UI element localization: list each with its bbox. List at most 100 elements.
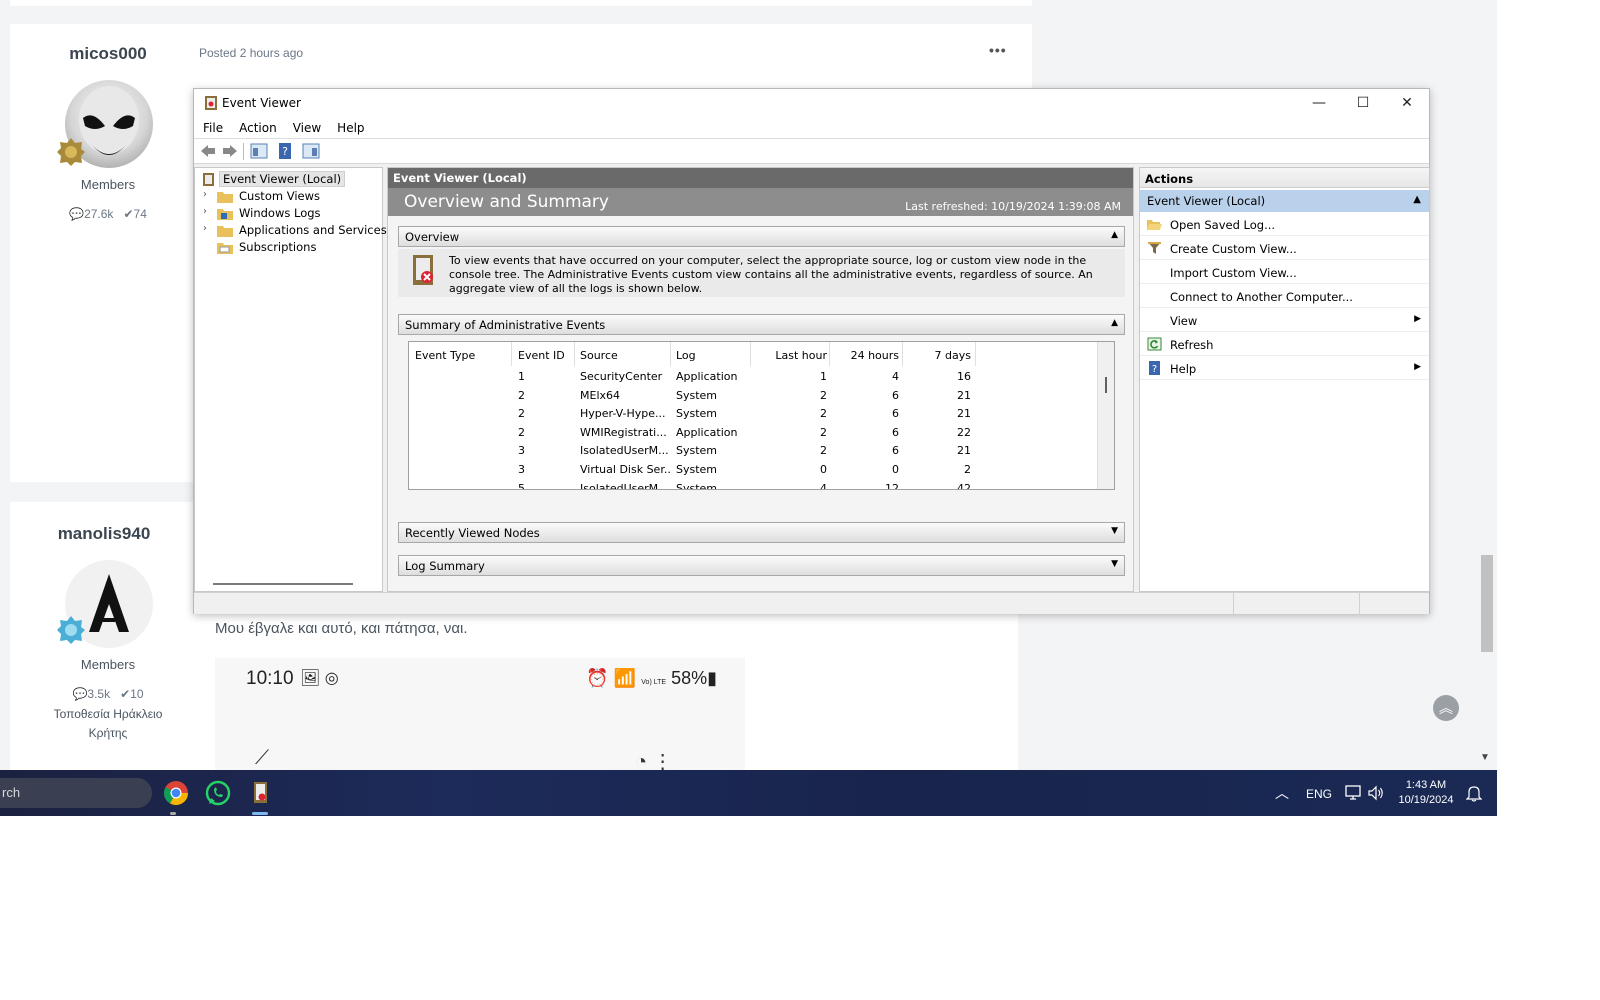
action-connect-to-another-computer[interactable]: Connect to Another Computer...: [1140, 285, 1429, 308]
action-view[interactable]: View ▶: [1140, 309, 1429, 332]
action-create-custom-view[interactable]: Create Custom View...: [1140, 237, 1429, 260]
overview-description: To view events that have occurred on you…: [398, 249, 1125, 297]
table-cell: 22: [957, 425, 971, 439]
battery-icon: ▮: [707, 668, 717, 688]
tree-item-label: Applications and Services Lo: [239, 223, 404, 237]
close-button[interactable]: ✕: [1385, 89, 1429, 117]
col-log[interactable]: Log: [676, 349, 746, 362]
log-summary-section-header[interactable]: Log Summary ▼: [398, 555, 1125, 576]
table-row[interactable]: 1 SecurityCenter Application 1 4 16: [409, 368, 1009, 386]
previous-post-card: [10, 0, 1032, 6]
whatsapp-icon[interactable]: [204, 779, 232, 807]
expand-icon[interactable]: ▼: [1111, 526, 1118, 536]
last-refreshed: Last refreshed: 10/19/2024 1:39:08 AM: [905, 200, 1121, 213]
window-titlebar[interactable]: Event Viewer — ☐ ✕: [194, 89, 1429, 117]
back-arrow-icon[interactable]: [199, 143, 217, 159]
author-stats: 💬27.6k ✔74: [10, 207, 206, 221]
help-icon[interactable]: ?: [276, 143, 294, 159]
recent-nodes-section-header[interactable]: Recently Viewed Nodes ▼: [398, 522, 1125, 543]
chevron-right-icon[interactable]: ›: [203, 189, 213, 200]
maximize-button[interactable]: ☐: [1341, 89, 1385, 117]
menu-view[interactable]: View: [284, 117, 328, 135]
volume-icon[interactable]: [1367, 784, 1385, 802]
minimize-button[interactable]: —: [1297, 89, 1341, 117]
overview-text: To view events that have occurred on you…: [449, 254, 1093, 295]
event-viewer-app-icon: [205, 96, 217, 110]
filter-icon: [1148, 242, 1161, 254]
show-hidden-icons-chevron-icon[interactable]: ︿: [1275, 783, 1289, 803]
tree-horizontal-scrollbar[interactable]: [213, 583, 353, 585]
post-timestamp[interactable]: Posted 2 hours ago: [199, 46, 303, 60]
window-title: Event Viewer: [222, 96, 301, 110]
network-icon[interactable]: [1345, 784, 1363, 802]
table-cell: 2: [518, 407, 525, 421]
menu-bar: File Action View Help: [194, 117, 1429, 139]
table-cell: System: [676, 444, 718, 458]
submenu-arrow-icon: ▶: [1414, 362, 1421, 372]
folder-icon: [217, 192, 233, 203]
collapse-icon[interactable]: ▲: [1111, 230, 1118, 240]
table-row[interactable]: 3 Virtual Disk Ser... System 0 0 2: [409, 461, 1009, 479]
column-separator: [829, 342, 830, 366]
center-pane: Event Viewer (Local) Overview and Summar…: [387, 167, 1134, 592]
taskbar-search-box[interactable]: rch: [0, 778, 152, 808]
table-row[interactable]: 3 IsolatedUserM... System 2 6 21: [409, 442, 1009, 460]
post-content-text: Μου έβγαλε και αυτό, και πάτησα, ναι.: [215, 620, 468, 637]
table-row[interactable]: 2 Hyper-V-Hype... System 2 6 21: [409, 405, 1009, 423]
post-count: 27.6k: [84, 207, 114, 221]
show-hide-action-pane-icon[interactable]: [302, 143, 320, 159]
table-cell: 21: [957, 407, 971, 421]
action-refresh[interactable]: Refresh: [1140, 333, 1429, 356]
action-help[interactable]: ? Help ▶: [1140, 357, 1429, 380]
col-event-type[interactable]: Event Type: [415, 349, 505, 362]
table-row[interactable]: 2 WMIRegistrati... Application 2 6 22: [409, 424, 1009, 442]
action-import-custom-view[interactable]: Import Custom View...: [1140, 261, 1429, 284]
expand-icon[interactable]: ▼: [1111, 559, 1118, 569]
page-scrollbar-thumb[interactable]: [1481, 555, 1493, 652]
notification-bell-icon[interactable]: [1466, 784, 1482, 802]
author-name[interactable]: manolis940: [6, 524, 202, 544]
menu-action[interactable]: Action: [230, 117, 284, 135]
phone-screenshot-image[interactable]: 10:10 🖼 ◎ ⏰ 📶 Vo) LTE 58%▮ ⟋ ◔ ⋮: [215, 658, 745, 770]
col-event-id[interactable]: Event ID: [518, 349, 578, 362]
col-source[interactable]: Source: [580, 349, 670, 362]
chevron-right-icon[interactable]: ›: [203, 223, 213, 234]
folder-icon: [217, 209, 233, 220]
author-name[interactable]: micos000: [10, 44, 206, 64]
scrollbar-thumb[interactable]: [1105, 377, 1107, 393]
collapse-icon[interactable]: ▲: [1413, 194, 1421, 205]
subscriptions-icon: [217, 243, 233, 254]
overview-section-header[interactable]: Overview ▲: [398, 226, 1125, 247]
page-scrollbar[interactable]: [1477, 0, 1497, 770]
chevron-right-icon[interactable]: ›: [203, 206, 213, 217]
table-row[interactable]: 2 MElx64 System 2 6 21: [409, 387, 1009, 405]
menu-help[interactable]: Help: [328, 117, 371, 135]
collapse-icon[interactable]: ▲: [1111, 318, 1118, 328]
post-menu-button[interactable]: •••: [989, 42, 1007, 58]
table-cell: 5: [518, 481, 525, 490]
action-label: Import Custom View...: [1170, 266, 1297, 280]
actions-section-title: Event Viewer (Local): [1147, 194, 1266, 208]
scroll-down-icon[interactable]: ▼: [1480, 752, 1490, 763]
event-viewer-taskbar-icon[interactable]: [246, 779, 274, 807]
menu-file[interactable]: File: [194, 117, 230, 135]
forward-arrow-icon[interactable]: [221, 143, 239, 159]
chrome-icon[interactable]: [162, 779, 190, 807]
table-cell: 21: [957, 444, 971, 458]
table-row[interactable]: 5 IsolatedUserM... System 4 12 42: [409, 480, 1009, 490]
summary-section-header[interactable]: Summary of Administrative Events ▲: [398, 314, 1125, 335]
table-cell: System: [676, 407, 718, 421]
show-hide-tree-icon[interactable]: [250, 143, 268, 159]
rank-badge-icon: [56, 615, 86, 645]
action-label: Connect to Another Computer...: [1170, 290, 1353, 304]
col-last-hour[interactable]: Last hour: [757, 349, 827, 362]
action-open-saved-log[interactable]: Open Saved Log...: [1140, 213, 1429, 236]
actions-section-event-viewer-local[interactable]: Event Viewer (Local) ▲: [1140, 190, 1429, 212]
col-24-hours[interactable]: 24 hours: [829, 349, 899, 362]
taskbar-clock[interactable]: 1:43 AM 10/19/2024: [1393, 778, 1459, 808]
language-indicator[interactable]: ENG: [1306, 787, 1332, 801]
col-7-days[interactable]: 7 days: [901, 349, 971, 362]
action-label: Refresh: [1170, 338, 1214, 352]
summary-vertical-scrollbar[interactable]: [1097, 342, 1114, 489]
back-to-top-icon[interactable]: ︽: [1433, 695, 1459, 721]
